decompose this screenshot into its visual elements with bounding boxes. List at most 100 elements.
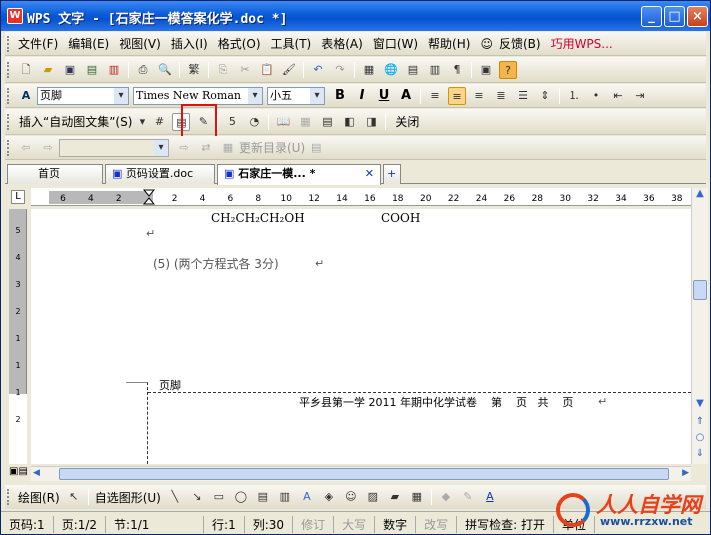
format-painter-icon[interactable]: 🖌 [280,61,298,79]
line-color-icon[interactable]: ✎ [459,488,477,506]
toolbar-grip[interactable] [7,61,11,78]
dropdown-arrow-icon[interactable]: ▾ [138,113,146,131]
picture-icon[interactable]: ▣ [477,61,495,79]
scroll-up-icon[interactable]: ▲ [692,188,708,204]
page-view-icon[interactable]: ▤ [18,466,27,477]
align-right-icon[interactable]: ≡ [470,87,488,105]
select-pointer-icon[interactable]: ↖ [65,488,83,506]
line-spacing-icon[interactable]: ⇕ [536,87,554,105]
same-as-previous-icon[interactable]: ▦ [296,113,314,131]
rectangle-icon[interactable]: ▭ [210,488,228,506]
insert-table-icon[interactable]: ▦ [360,61,378,79]
justify-icon[interactable]: ≣ [492,87,510,105]
close-button[interactable]: × [687,6,708,27]
insert-date-icon[interactable]: 5 [223,113,241,131]
menu-edit[interactable]: 编辑(E) [65,35,112,52]
increase-indent-icon[interactable]: ⇥ [631,87,649,105]
close-tab-icon[interactable]: ✕ [365,165,374,183]
scroll-down-icon[interactable]: ▼ [692,398,708,409]
image-folder-icon[interactable]: ▰ [386,488,404,506]
menu-window[interactable]: 窗口(W) [370,35,421,52]
font-effect-button[interactable]: A [395,88,417,103]
align-left-icon[interactable]: ≡ [426,87,444,105]
help-icon[interactable]: ? [499,60,517,79]
horizontal-ruler[interactable]: 6 4 2 2 4 6 8 10 12 14 16 18 20 22 24 26 28 30 32 34 36 38 [31,188,691,206]
tab-home[interactable]: 首页 [7,164,103,184]
open-folder-icon[interactable]: ▰ [39,61,57,79]
show-previous-icon[interactable]: ◧ [340,113,358,131]
forward-arrow-icon[interactable]: ⇨ [39,139,57,157]
styles-icon[interactable]: A [17,87,35,105]
scroll-left-icon[interactable]: ◀ [33,468,40,478]
align-center-icon[interactable]: ≡ [448,86,466,105]
menu-table[interactable]: 表格(A) [318,35,366,52]
minimize-button[interactable]: _ [641,6,662,27]
status-overwrite[interactable]: 改写 [416,515,458,533]
insert-time-icon[interactable]: ◔ [245,113,263,131]
columns-icon[interactable]: ▥ [426,61,444,79]
tab-active-document[interactable]: ▣ 石家庄一模... * ✕ [217,164,381,185]
insert-autotext-button[interactable]: 插入“自动图文集”(S) [15,113,136,130]
previous-page-icon[interactable]: ⇑ [692,416,708,427]
ellipse-icon[interactable]: ◯ [232,488,250,506]
vertical-scrollbar[interactable]: ▲ ▼ ⇑ ○ ⇓ [691,188,708,464]
scroll-thumb[interactable] [693,280,707,300]
status-revision[interactable]: 修订 [293,515,335,533]
hyperlink-icon[interactable]: 🌐 [382,61,400,79]
bullet-list-icon[interactable]: • [587,87,605,105]
distribute-icon[interactable]: ☰ [514,87,532,105]
font-select[interactable]: Times New Roman [133,86,263,105]
scroll-thumb[interactable] [59,468,669,480]
tab-page-number-setup[interactable]: ▣ 页码设置.doc [105,164,215,184]
underline-button[interactable]: U [373,88,395,103]
new-document-icon[interactable]: 🗋 [17,61,35,79]
menu-insert[interactable]: 插入(I) [168,35,211,52]
horizontal-scrollbar[interactable]: ◀ ▶ [31,466,691,481]
save-icon[interactable]: ▣ [61,61,79,79]
indent-marker-icon[interactable] [142,189,156,205]
menu-file[interactable]: 文件(F) [15,35,61,52]
toolbar-grip[interactable] [7,87,11,104]
toolbar-grip[interactable] [7,113,11,130]
toolbar-grip[interactable] [7,139,11,156]
page-number-icon[interactable]: # [150,113,168,131]
show-header-icon[interactable]: ▤ [318,113,336,131]
promo-link[interactable]: 巧用WPS... [548,35,616,52]
navigation-select[interactable] [59,138,169,157]
browse-object-icon[interactable]: ○ [692,432,708,443]
document-page[interactable]: CH₂CH₂CH₂OH COOH ↵ (5) (两个方程式各 3分) ↵ 页脚 … [31,209,691,464]
paste-icon[interactable]: 📋 [258,61,276,79]
wordart-icon[interactable]: A [298,488,316,506]
undo-icon[interactable]: ↶ [309,61,327,79]
print-preview-icon[interactable]: 🔍 [156,61,174,79]
refresh-icon[interactable]: ⇄ [197,139,215,157]
chart-icon[interactable]: ▦ [408,488,426,506]
show-next-icon[interactable]: ◨ [362,113,380,131]
show-marks-icon[interactable]: ¶ [448,61,466,79]
decrease-indent-icon[interactable]: ⇤ [609,87,627,105]
italic-button[interactable]: I [351,88,373,103]
ruler-corner-icon[interactable]: L [11,190,25,204]
close-header-footer-button[interactable]: 关闭 [389,113,425,130]
print-icon[interactable]: ⎙ [134,61,152,79]
font-color-icon[interactable]: A [481,488,499,506]
fill-color-icon[interactable]: ◆ [437,488,455,506]
menu-view[interactable]: 视图(V) [116,35,164,52]
font-size-select[interactable]: 小五 [267,86,325,105]
draw-menu[interactable]: 绘图(R) [15,489,63,506]
menu-help[interactable]: 帮助(H) [425,35,473,52]
status-spellcheck[interactable]: 拼写检查: 打开 [457,515,554,533]
maximize-button[interactable]: □ [664,6,685,27]
arrow-icon[interactable]: ↘ [188,488,206,506]
cut-icon[interactable]: ✂ [236,61,254,79]
update-toc-icon[interactable]: ▦ [219,139,237,157]
diagram-icon[interactable]: ◈ [320,488,338,506]
export-pdf-icon[interactable]: ▥ [105,61,123,79]
line-icon[interactable]: ╲ [166,488,184,506]
redo-icon[interactable]: ↷ [331,61,349,79]
menu-format[interactable]: 格式(O) [215,35,264,52]
new-tab-button[interactable]: + [383,164,401,184]
go-icon[interactable]: ⇨ [175,139,193,157]
clipart-icon[interactable]: ☺ [342,488,360,506]
vertical-ruler[interactable]: 5 4 3 2 1 1 1 2 [9,209,27,464]
